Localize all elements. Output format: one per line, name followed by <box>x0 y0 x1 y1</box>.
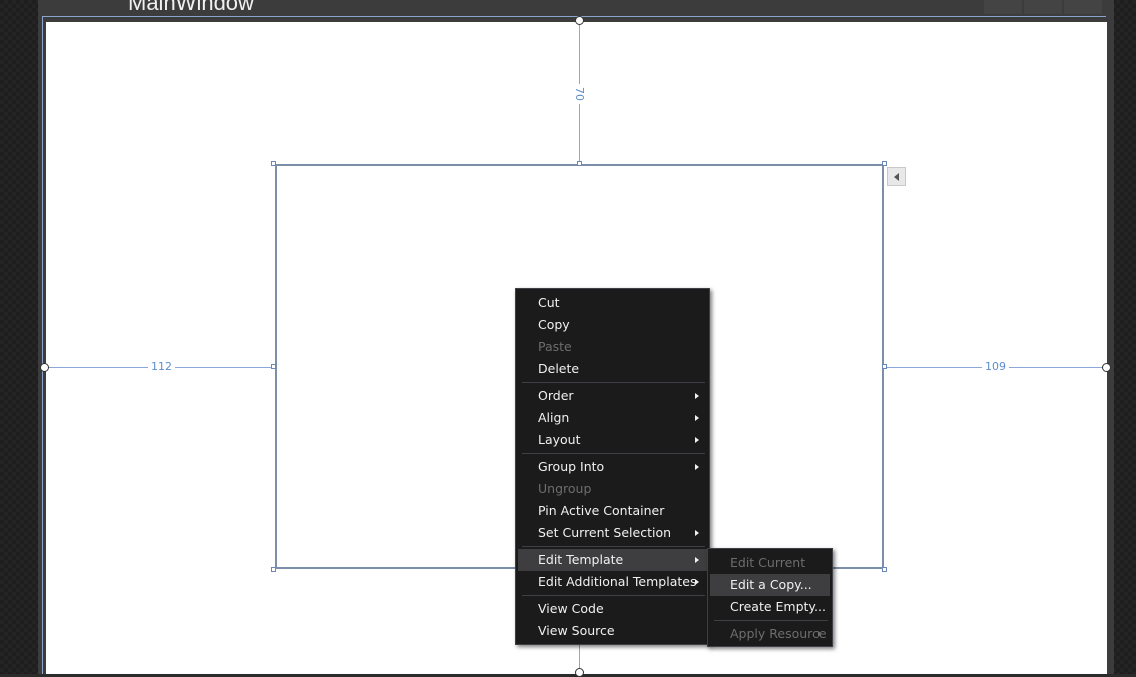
submenu-arrow-icon <box>695 464 699 470</box>
submenu-item-apply-resource-label: Apply Resource <box>730 626 827 641</box>
menu-item-align[interactable]: Align <box>518 407 707 429</box>
expand-panel-button[interactable] <box>887 167 906 186</box>
submenu-arrow-icon <box>695 530 699 536</box>
menu-separator <box>522 382 705 383</box>
menu-item-delete[interactable]: Delete <box>518 358 707 380</box>
submenu-arrow-icon <box>818 631 822 637</box>
menu-item-order[interactable]: Order <box>518 385 707 407</box>
resize-handle-top-right[interactable] <box>882 161 887 166</box>
menu-item-order-label: Order <box>538 388 574 403</box>
menu-separator <box>714 620 828 621</box>
menu-item-edit-template[interactable]: Edit Template <box>518 549 707 571</box>
menu-item-set-current-selection-label: Set Current Selection <box>538 525 672 540</box>
menu-item-ungroup: Ungroup <box>538 481 592 496</box>
menu-item-view-code[interactable]: View Code <box>518 598 707 620</box>
maximize-button[interactable] <box>1024 0 1062 14</box>
menu-item-cut[interactable]: Cut <box>518 292 707 314</box>
window-title-bar: MainWindow <box>38 0 1114 14</box>
menu-item-edit-template-label: Edit Template <box>538 552 624 567</box>
menu-item-edit-additional-templates-label: Edit Additional Templates <box>538 574 697 589</box>
menu-separator <box>522 595 705 596</box>
submenu-arrow-icon <box>695 579 699 585</box>
menu-item-view-source[interactable]: View Source <box>518 620 707 642</box>
submenu-arrow-icon <box>695 393 699 399</box>
submenu-item-edit-a-copy[interactable]: Edit a Copy... <box>710 574 830 596</box>
bottom-anchor-icon[interactable] <box>575 668 584 677</box>
minimize-button[interactable] <box>984 0 1022 14</box>
menu-separator <box>522 453 705 454</box>
menu-separator <box>522 546 705 547</box>
resize-handle-top[interactable] <box>577 161 582 166</box>
left-anchor-icon[interactable] <box>40 363 49 372</box>
resize-handle-bottom-left[interactable] <box>271 567 276 572</box>
menu-item-pin-active-container[interactable]: Pin Active Container <box>518 500 707 522</box>
top-margin-label: 70 <box>573 84 586 104</box>
submenu-arrow-icon <box>695 557 699 563</box>
menu-item-align-label: Align <box>538 410 570 425</box>
submenu-item-edit-current: Edit Current <box>730 555 806 570</box>
edit-template-submenu: Edit Current Edit a Copy... Create Empty… <box>707 548 833 647</box>
resize-handle-right[interactable] <box>882 364 887 369</box>
resize-handle-bottom-right[interactable] <box>882 567 887 572</box>
menu-item-set-current-selection[interactable]: Set Current Selection <box>518 522 707 544</box>
resize-handle-top-left[interactable] <box>271 161 276 166</box>
menu-item-copy[interactable]: Copy <box>518 314 707 336</box>
submenu-arrow-icon <box>695 415 699 421</box>
right-anchor-icon[interactable] <box>1102 363 1111 372</box>
window-title: MainWindow <box>128 0 254 14</box>
top-anchor-icon[interactable] <box>575 16 584 25</box>
menu-item-edit-additional-templates[interactable]: Edit Additional Templates <box>518 571 707 593</box>
context-menu: Cut Copy Paste Delete Order Align Layout… <box>515 288 710 645</box>
left-margin-label: 112 <box>148 361 175 373</box>
submenu-item-create-empty[interactable]: Create Empty... <box>710 596 830 618</box>
menu-item-layout[interactable]: Layout <box>518 429 707 451</box>
menu-item-group-into-label: Group Into <box>538 459 605 474</box>
menu-item-paste: Paste <box>538 339 572 354</box>
menu-item-group-into[interactable]: Group Into <box>518 456 707 478</box>
submenu-arrow-icon <box>695 437 699 443</box>
close-button[interactable] <box>1064 0 1102 14</box>
right-margin-label: 109 <box>982 361 1009 373</box>
resize-handle-left[interactable] <box>271 364 276 369</box>
submenu-item-apply-resource: Apply Resource <box>710 623 830 645</box>
menu-item-layout-label: Layout <box>538 432 581 447</box>
